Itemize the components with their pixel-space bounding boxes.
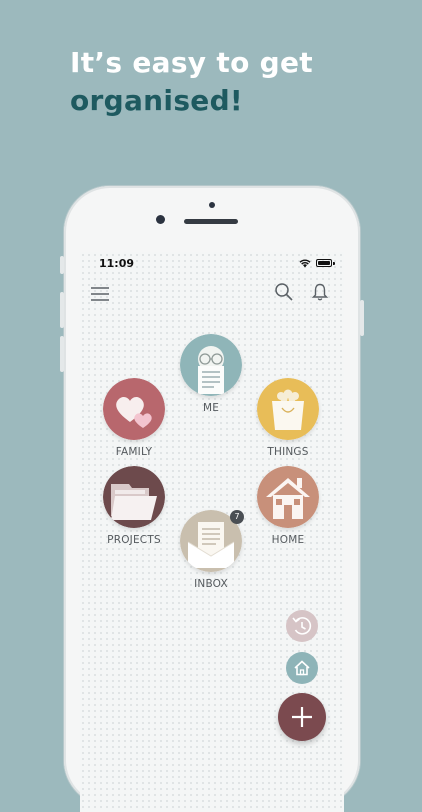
battery-tip <box>333 262 335 265</box>
history-icon <box>292 617 312 635</box>
home-button[interactable] <box>286 652 318 684</box>
category-projects[interactable]: PROJECTS <box>94 466 174 546</box>
home-icon <box>294 660 310 676</box>
me-bubble <box>180 334 242 396</box>
shopping-bag-icon <box>257 378 319 440</box>
house-icon <box>257 466 319 528</box>
history-button[interactable] <box>286 610 318 642</box>
category-label-home: HOME <box>271 534 305 546</box>
headline: It’s easy to get organised! <box>70 44 313 120</box>
category-me[interactable]: ME <box>171 334 251 414</box>
category-inbox[interactable]: 7 INBOX <box>171 510 251 590</box>
menu-icon[interactable] <box>90 286 110 302</box>
category-home[interactable]: HOME <box>248 466 328 546</box>
headline-line-1: It’s easy to get <box>70 46 313 79</box>
mute-switch <box>60 256 64 274</box>
hearts-icon <box>103 378 165 440</box>
category-family[interactable]: FAMILY <box>94 378 174 458</box>
inbox-count-badge: 7 <box>230 510 244 524</box>
volume-up-button <box>60 292 64 328</box>
family-bubble <box>103 378 165 440</box>
home-bubble <box>257 466 319 528</box>
app-screen: 11:09 ME FAMILY THINGS PROJECTS HOME 7 I… <box>80 252 344 812</box>
proximity-sensor <box>209 202 215 208</box>
projects-bubble <box>103 466 165 528</box>
battery-icon <box>316 259 332 267</box>
power-button <box>360 300 364 336</box>
wifi-icon <box>299 259 311 268</box>
category-things[interactable]: THINGS <box>248 378 328 458</box>
headline-line-2: organised! <box>70 84 243 117</box>
search-icon[interactable] <box>274 282 294 302</box>
category-label-things: THINGS <box>267 446 309 458</box>
reading-person-icon <box>180 334 242 396</box>
category-label-inbox: INBOX <box>194 578 228 590</box>
status-time: 11:09 <box>99 257 135 270</box>
category-label-me: ME <box>202 402 220 414</box>
front-camera <box>156 215 165 224</box>
status-bar: 11:09 <box>80 252 344 276</box>
earpiece-speaker <box>184 219 238 224</box>
phone-frame: 11:09 ME FAMILY THINGS PROJECTS HOME 7 I… <box>60 186 364 812</box>
add-button[interactable] <box>278 693 326 741</box>
volume-down-button <box>60 336 64 372</box>
plus-icon <box>292 707 312 727</box>
bell-icon[interactable] <box>312 283 328 301</box>
things-bubble <box>257 378 319 440</box>
category-label-projects: PROJECTS <box>107 534 161 546</box>
folder-icon <box>103 466 165 528</box>
category-label-family: FAMILY <box>115 446 153 458</box>
